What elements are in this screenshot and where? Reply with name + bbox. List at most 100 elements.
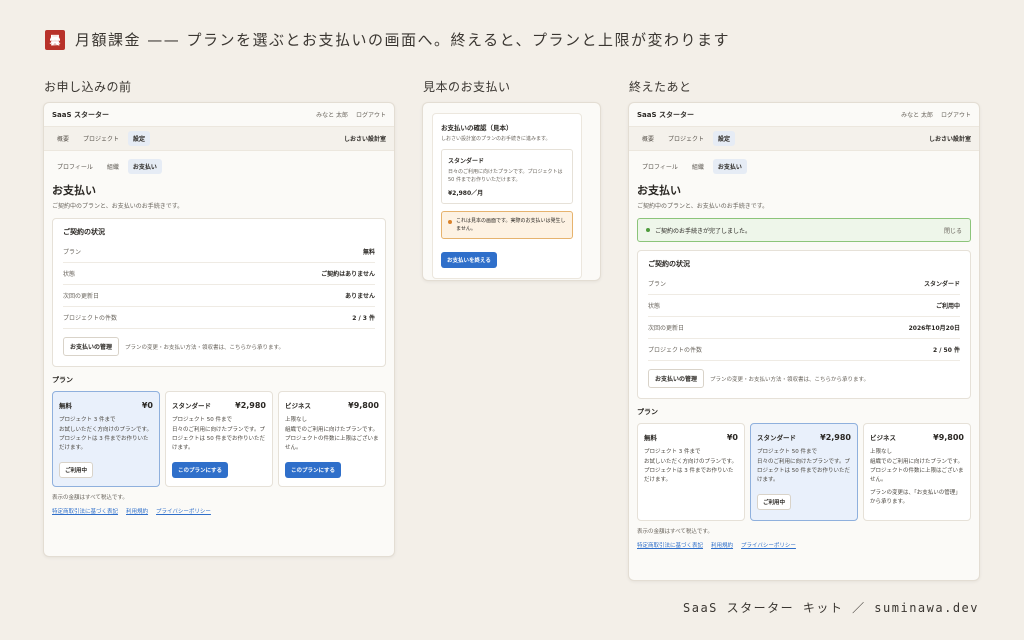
status-value: ありません xyxy=(345,293,375,300)
plan-desc: 組織でのご利用に向けたプランです。プロジェクトの件数に上限はございません。 xyxy=(870,459,964,483)
success-notice: ご契約のお手続きが完了しました。 閉じる xyxy=(637,218,971,242)
column-label-after: 終えたあと xyxy=(629,80,692,94)
link-commerce-law[interactable]: 特定商取引法に基づく表記 xyxy=(637,541,703,549)
choose-plan-button[interactable]: このプランにする xyxy=(172,462,229,479)
screen-after: SaaS スターター みなと 太郎 ログアウト 概要 プロジェクト 設定 しおさ… xyxy=(628,102,980,581)
link-privacy[interactable]: プライバシーポリシー xyxy=(741,541,796,549)
plan-limit: プロジェクト 50 件まで xyxy=(172,417,232,423)
plan-list: 無料 ¥0 プロジェクト 3 件まで お試しいただく方向けのプランです。プロジェ… xyxy=(52,391,386,488)
link-terms[interactable]: 利用規約 xyxy=(126,507,148,515)
plan-limit: 上限なし xyxy=(870,449,893,455)
link-privacy[interactable]: プライバシーポリシー xyxy=(156,507,211,515)
sub-tab-organization[interactable]: 組織 xyxy=(102,159,124,174)
brand: SaaS スターター xyxy=(637,110,694,119)
manage-billing-button[interactable]: お支払いの管理 xyxy=(63,337,120,356)
current-plan-badge: ご利用中 xyxy=(59,462,94,479)
plan-price: ¥9,800 xyxy=(933,433,964,442)
plan-list: 無料 ¥0 プロジェクト 3 件まで お試しいただく方向けのプランです。プロジェ… xyxy=(637,423,971,521)
status-key: プロジェクトの件数 xyxy=(63,315,118,322)
plan-name: ビジネス xyxy=(870,434,896,442)
status-value: ご利用中 xyxy=(935,303,960,310)
status-value: 2026年10月20日 xyxy=(908,325,960,332)
plan-desc: 日々のご利用に向けたプランです。プロジェクトは 50 件までお作りいただけます。 xyxy=(172,427,265,451)
contract-status-card: ご契約の状況 プラン 無料 状態 ご契約はありません 次回の更新日 ありません … xyxy=(52,218,386,367)
user-name[interactable]: みなと 太郎 xyxy=(901,110,933,119)
plan-price: ¥2,980 xyxy=(235,401,266,410)
org-name: しおさい設計室 xyxy=(343,136,386,143)
plan-name: ビジネス xyxy=(285,402,311,410)
plan-card-standard: スタンダード ¥2,980 プロジェクト 50 件まで 日々のご利用に向けたプラ… xyxy=(750,423,858,521)
seal-logo: 曇 xyxy=(45,29,65,50)
nav-tab-projects[interactable]: プロジェクト xyxy=(78,131,124,146)
plan-price: ¥9,800 xyxy=(348,401,379,410)
sub-tab-profile[interactable]: プロフィール xyxy=(52,159,98,174)
nav-tab-settings[interactable]: 設定 xyxy=(128,131,151,146)
status-key: 次回の更新日 xyxy=(648,325,685,332)
screen-mock-checkout: お支払いの確認（見本） しおさい設計室のプランのお手続きに進みます。 スタンダー… xyxy=(422,102,601,281)
finish-payment-button[interactable]: お支払いを終える xyxy=(441,252,497,268)
plan-price: ¥0 xyxy=(726,433,738,442)
status-row-renewal: 次回の更新日 ありません xyxy=(63,285,375,307)
link-terms[interactable]: 利用規約 xyxy=(711,541,733,549)
plan-name: スタンダード xyxy=(172,402,211,410)
sub-tab-profile[interactable]: プロフィール xyxy=(637,159,683,174)
success-dot-icon xyxy=(646,228,650,232)
plan-card-free: 無料 ¥0 プロジェクト 3 件まで お試しいただく方向けのプランです。プロジェ… xyxy=(637,423,745,521)
choose-plan-button[interactable]: このプランにする xyxy=(285,462,342,479)
logout-link[interactable]: ログアウト xyxy=(941,110,971,119)
nav-tab-overview[interactable]: 概要 xyxy=(52,131,74,146)
section-title: お支払い xyxy=(52,184,96,197)
logout-link[interactable]: ログアウト xyxy=(356,110,386,119)
plan-limit: 上限なし xyxy=(285,417,308,423)
status-value: スタンダード xyxy=(923,281,960,288)
sub-tab-billing[interactable]: お支払い xyxy=(127,159,162,174)
section-desc: ご契約中のプランと、お支払いのお手続きです。 xyxy=(52,203,184,210)
manage-hint: プランの変更・お支払い方法・領収書は、こちらから承ります。 xyxy=(125,344,284,351)
column-label-before: お申し込みの前 xyxy=(44,80,132,94)
status-row-plan: プラン スタンダード xyxy=(648,273,960,295)
status-row-plan: プラン 無料 xyxy=(63,241,375,263)
status-key: 次回の更新日 xyxy=(63,293,100,300)
plan-price: ¥2,980 xyxy=(820,433,851,442)
plan-desc: お試しいただく方向けのプランです。プロジェクトは 3 件までお作りいただけます。 xyxy=(644,459,737,483)
brand: SaaS スターター xyxy=(52,110,109,119)
close-notice-button[interactable]: 閉じる xyxy=(944,226,962,235)
checkout-desc: しおさい設計室のプランのお手続きに進みます。 xyxy=(441,136,551,142)
nav-tab-settings[interactable]: 設定 xyxy=(713,131,736,146)
checkout-card: お支払いの確認（見本） しおさい設計室のプランのお手続きに進みます。 スタンダー… xyxy=(432,113,582,279)
user-name[interactable]: みなと 太郎 xyxy=(316,110,348,119)
plan-card-business: ビジネス ¥9,800 上限なし 組織でのご利用に向けたプランです。プロジェクト… xyxy=(863,423,971,521)
warning-text: これは見本の画面です。実際のお支払いは発生しません。 xyxy=(456,218,566,232)
warning-dot-icon xyxy=(448,220,452,224)
success-text: ご契約のお手続きが完了しました。 xyxy=(655,227,752,235)
user-area: みなと 太郎 ログアウト xyxy=(901,110,971,119)
status-key: プラン xyxy=(648,281,667,288)
sample-warning: これは見本の画面です。実際のお支払いは発生しません。 xyxy=(441,211,573,239)
status-card-title: ご契約の状況 xyxy=(63,228,105,236)
page-header: 曇 月額課金 —— プランを選ぶとお支払いの画面へ。終えると、プランと上限が変わ… xyxy=(45,29,730,50)
sub-tab-organization[interactable]: 組織 xyxy=(687,159,709,174)
user-area: みなと 太郎 ログアウト xyxy=(316,110,386,119)
plan-desc: 日々のご利用に向けたプランです。プロジェクトは 50 件までお作りいただけます。 xyxy=(757,459,850,483)
contract-status-card: ご契約の状況 プラン スタンダード 状態 ご利用中 次回の更新日 2026年10… xyxy=(637,250,971,399)
status-row-state: 状態 ご契約はありません xyxy=(63,263,375,285)
manage-billing-button[interactable]: お支払いの管理 xyxy=(648,369,705,388)
nav-tab-projects[interactable]: プロジェクト xyxy=(663,131,709,146)
status-value: 無料 xyxy=(362,249,375,256)
sub-tab-billing[interactable]: お支払い xyxy=(712,159,747,174)
manage-hint: プランの変更・お支払い方法・領収書は、こちらから承ります。 xyxy=(710,376,869,383)
tax-note: 表示の金額はすべて税込です。 xyxy=(637,528,713,535)
current-plan-badge: ご利用中 xyxy=(757,494,792,511)
plan-desc: お試しいただく方向けのプランです。プロジェクトは 3 件までお作りいただけます。 xyxy=(59,427,152,451)
nav-tab-overview[interactable]: 概要 xyxy=(637,131,659,146)
checkout-plan-desc: 日々のご利用に向けたプランです。プロジェクトは 50 件までお作りいただけます。 xyxy=(448,169,563,183)
section-desc: ご契約中のプランと、お支払いのお手続きです。 xyxy=(637,203,769,210)
checkout-plan-name: スタンダード xyxy=(448,158,485,165)
sub-tabs: プロフィール 組織 お支払い xyxy=(52,159,386,174)
status-card-title: ご契約の状況 xyxy=(648,260,690,268)
status-key: プラン xyxy=(63,249,82,256)
plans-title: プラン xyxy=(637,408,658,416)
sub-tabs: プロフィール 組織 お支払い xyxy=(637,159,971,174)
plan-card-free: 無料 ¥0 プロジェクト 3 件まで お試しいただく方向けのプランです。プロジェ… xyxy=(52,391,160,488)
link-commerce-law[interactable]: 特定商取引法に基づく表記 xyxy=(52,507,118,515)
